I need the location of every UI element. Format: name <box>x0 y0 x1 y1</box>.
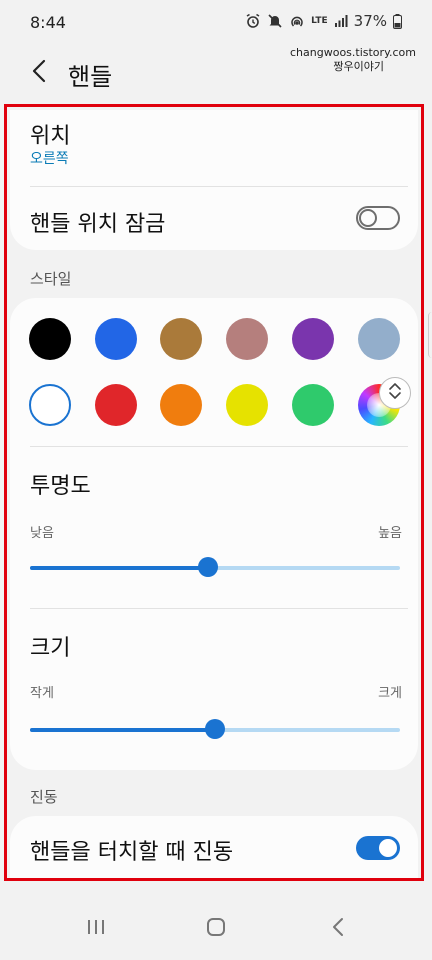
size-max-label: 크게 <box>378 686 402 701</box>
slider-fill <box>30 566 208 570</box>
status-icons: LTE 37% <box>245 12 402 30</box>
color-swatch-orange[interactable] <box>160 384 203 426</box>
status-time: 8:44 <box>30 13 66 32</box>
color-swatch-green[interactable] <box>291 384 334 426</box>
position-title: 위치 <box>30 124 71 149</box>
toggle-knob <box>377 837 399 859</box>
vibration-section-label: 진동 <box>30 788 58 806</box>
home-icon <box>206 917 226 941</box>
lte-label: LTE <box>311 16 328 26</box>
watermark-name: 짱우이야기 <box>333 60 384 73</box>
edge-panel-handle[interactable] <box>428 312 432 358</box>
divider <box>30 608 408 609</box>
position-setting[interactable]: 위치 오른쪽 <box>10 110 418 186</box>
style-card: 투명도 낮음 높음 크기 작게 크게 <box>10 298 418 770</box>
app-header: 핸들 changwoos.tistory.com 짱우이야기 <box>0 44 432 104</box>
color-swatch-yellow[interactable] <box>226 384 269 426</box>
signal-icon <box>334 14 348 28</box>
back-icon <box>332 917 344 941</box>
color-swatch-brown[interactable] <box>160 318 203 360</box>
nav-back-button[interactable] <box>318 914 358 944</box>
back-button[interactable] <box>22 56 56 90</box>
divider <box>30 446 408 447</box>
slider-fill <box>30 728 215 732</box>
vibration-setting[interactable]: 핸들을 터치할 때 진동 <box>10 816 418 878</box>
lock-position-setting[interactable]: 핸들 위치 잠금 <box>10 187 418 250</box>
recents-icon <box>86 918 106 940</box>
position-card: 위치 오른쪽 핸들 위치 잠금 <box>10 110 418 250</box>
vibration-label: 핸들을 터치할 때 진동 <box>30 840 234 865</box>
color-swatch-blue[interactable] <box>94 318 137 360</box>
color-swatch-black[interactable] <box>29 318 71 360</box>
position-value: 오른쪽 <box>30 151 69 167</box>
transparency-max-label: 높음 <box>378 526 402 541</box>
recents-button[interactable] <box>76 914 116 944</box>
style-section-label: 스타일 <box>30 270 72 288</box>
slider-thumb[interactable] <box>205 719 225 739</box>
status-bar: 8:44 LTE 37% <box>0 0 432 44</box>
slider-thumb[interactable] <box>197 557 218 577</box>
battery-icon <box>393 13 402 29</box>
size-min-label: 작게 <box>30 686 54 701</box>
size-title: 크기 <box>30 636 71 661</box>
toggle-knob <box>359 209 377 227</box>
vibration-toggle[interactable] <box>356 836 400 860</box>
scroll-control[interactable] <box>379 377 411 409</box>
transparency-slider[interactable] <box>30 557 400 577</box>
lock-position-toggle[interactable] <box>356 206 400 230</box>
page-title: 핸들 <box>68 63 113 91</box>
home-button[interactable] <box>196 914 236 944</box>
size-slider[interactable] <box>30 719 400 739</box>
mute-icon <box>267 13 283 29</box>
lock-position-label: 핸들 위치 잠금 <box>30 212 166 237</box>
color-swatch-red[interactable] <box>94 384 137 426</box>
watermark: changwoos.tistory.com 짱우이야기 <box>290 46 416 74</box>
watermark-url: changwoos.tistory.com <box>290 46 416 59</box>
hotspot-icon <box>289 13 305 29</box>
transparency-min-label: 낮음 <box>30 526 54 541</box>
vibration-card: 핸들을 터치할 때 진동 <box>10 816 418 878</box>
navigation-bar <box>0 896 432 960</box>
color-swatch-gray-blue[interactable] <box>357 318 400 360</box>
battery-percent: 37% <box>353 12 387 30</box>
color-swatch-rose[interactable] <box>226 318 269 360</box>
alarm-icon <box>245 13 261 29</box>
chevron-up-down-icon <box>388 381 402 405</box>
chevron-left-icon <box>31 59 47 87</box>
color-swatch-purple[interactable] <box>291 318 334 360</box>
transparency-title: 투명도 <box>30 474 91 499</box>
color-swatch-white[interactable] <box>29 384 71 426</box>
